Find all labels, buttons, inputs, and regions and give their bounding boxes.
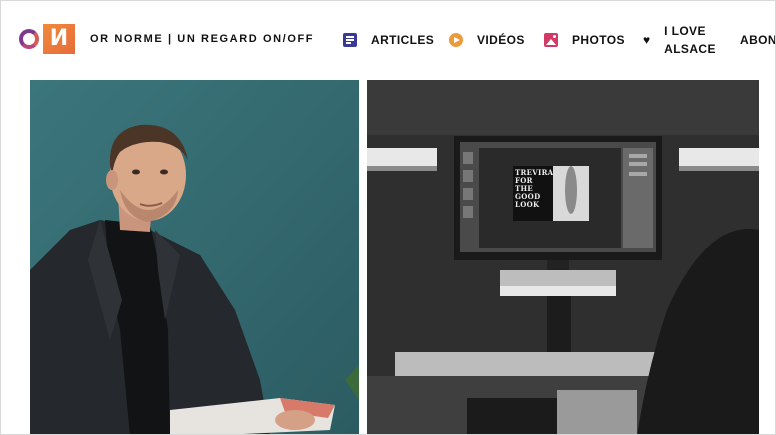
image-icon [544, 33, 558, 47]
scanner-photo[interactable]: TREVIRA FOR THE GOOD LOOK [367, 80, 759, 434]
nav-item-i-love-alsace[interactable]: ♥ I LOVE ALSACE [643, 22, 716, 58]
nav-label-photos: PHOTOS [572, 33, 625, 47]
portrait-illustration [30, 80, 359, 434]
nav-label-i-love-alsace: I LOVE ALSACE [664, 24, 716, 56]
logo-o-mark [19, 29, 39, 49]
portrait-photo[interactable] [30, 80, 359, 434]
nav-item-articles[interactable]: ARTICLES [343, 31, 434, 49]
articles-icon [343, 33, 357, 47]
logo-n-mark: И [43, 24, 75, 54]
scanner-illustration [367, 80, 759, 434]
heart-icon: ♥ [643, 33, 651, 47]
play-circle-icon [449, 33, 463, 47]
site-header: И OR NORME | UN REGARD ON/OFF ARTICLES V… [1, 1, 775, 79]
nav-item-videos[interactable]: VIDÉOS [449, 31, 525, 49]
nav-label-abonnement: ABONN [740, 33, 775, 47]
nav-item-photos[interactable]: PHOTOS [544, 31, 625, 49]
nav-label-articles: ARTICLES [371, 33, 435, 47]
nav-item-abonnement[interactable]: ABONN [740, 31, 775, 49]
site-logo[interactable]: И [19, 24, 76, 54]
monitor-headline: TREVIRA FOR THE GOOD LOOK [515, 168, 554, 209]
brand-tagline[interactable]: OR NORME | UN REGARD ON/OFF [90, 33, 314, 45]
page-frame: И OR NORME | UN REGARD ON/OFF ARTICLES V… [0, 0, 776, 435]
nav-label-videos: VIDÉOS [477, 33, 525, 47]
